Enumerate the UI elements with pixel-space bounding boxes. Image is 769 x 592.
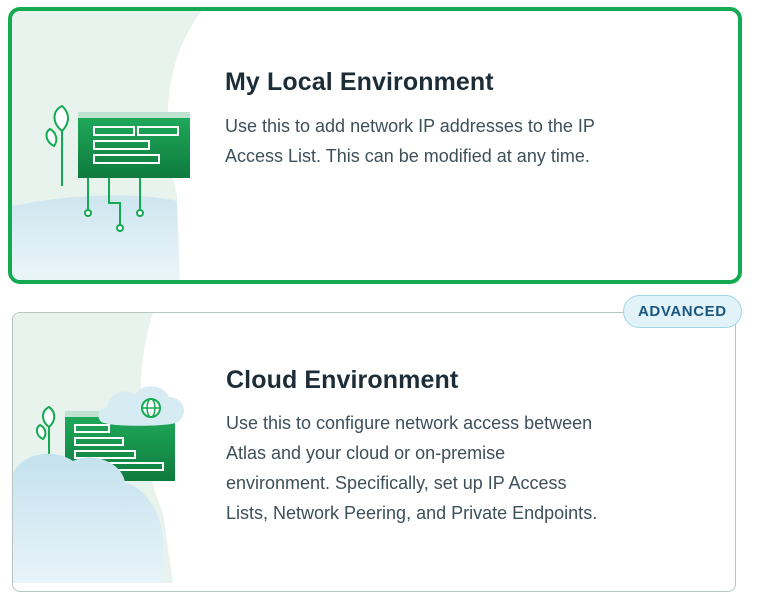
description-line: environment. Specifically, set up IP Acc… — [226, 473, 567, 493]
description-line: Use this to add network IP addresses to … — [225, 116, 595, 136]
description-line: Lists, Network Peering, and Private Endp… — [226, 503, 598, 523]
description-line: Atlas and your cloud or on-premise — [226, 443, 506, 463]
cloud-environment-title: Cloud Environment — [226, 366, 459, 394]
cloud-environment-illustration — [13, 313, 184, 583]
local-environment-illustration — [12, 11, 202, 280]
local-environment-title: My Local Environment — [225, 68, 494, 96]
cloud-environment-card[interactable]: Cloud Environment Use this to configure … — [12, 312, 736, 592]
description-line: Access List. This can be modified at any… — [225, 146, 590, 166]
local-environment-card[interactable]: My Local Environment Use this to add net… — [8, 7, 742, 284]
cloud-environment-description: Use this to configure network access bet… — [226, 408, 726, 528]
local-environment-description: Use this to add network IP addresses to … — [225, 111, 725, 171]
advanced-badge: ADVANCED — [623, 295, 742, 328]
description-line: Use this to configure network access bet… — [226, 413, 593, 433]
